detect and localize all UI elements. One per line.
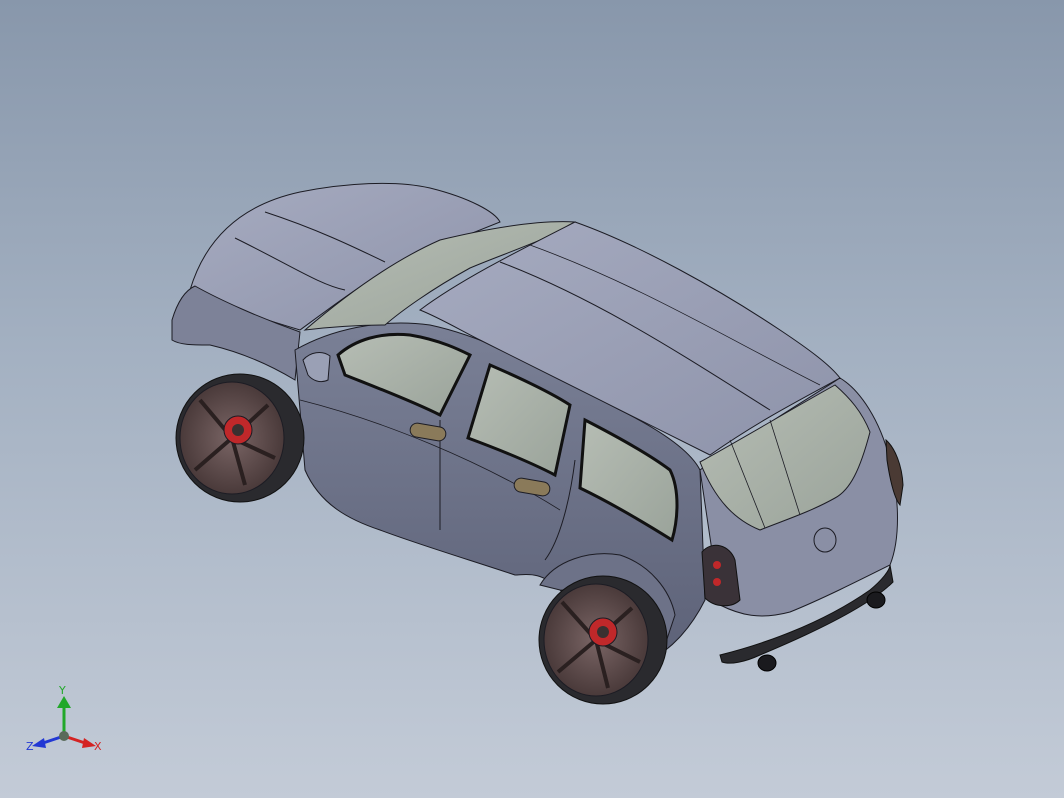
rear-hub: [597, 626, 609, 638]
exhaust-pipe: [866, 591, 886, 609]
triad-origin: [59, 731, 69, 741]
graphics-viewport[interactable]: Y X Z: [0, 0, 1064, 798]
tail-light-lamp: [713, 561, 721, 569]
y-axis-label: Y: [58, 684, 66, 697]
rear-wheel: [538, 575, 668, 705]
front-hub: [232, 424, 244, 436]
front-wheel: [175, 373, 305, 503]
tail-light-lamp: [713, 578, 721, 586]
suv-3d-model[interactable]: [0, 0, 1064, 798]
coordinate-triad: Y X Z: [26, 684, 102, 753]
y-axis-arrowhead: [57, 696, 71, 708]
exhaust-pipe: [757, 654, 777, 672]
x-axis-label: X: [94, 740, 102, 753]
z-axis-arrowhead: [32, 738, 46, 748]
z-axis-label: Z: [26, 740, 34, 753]
